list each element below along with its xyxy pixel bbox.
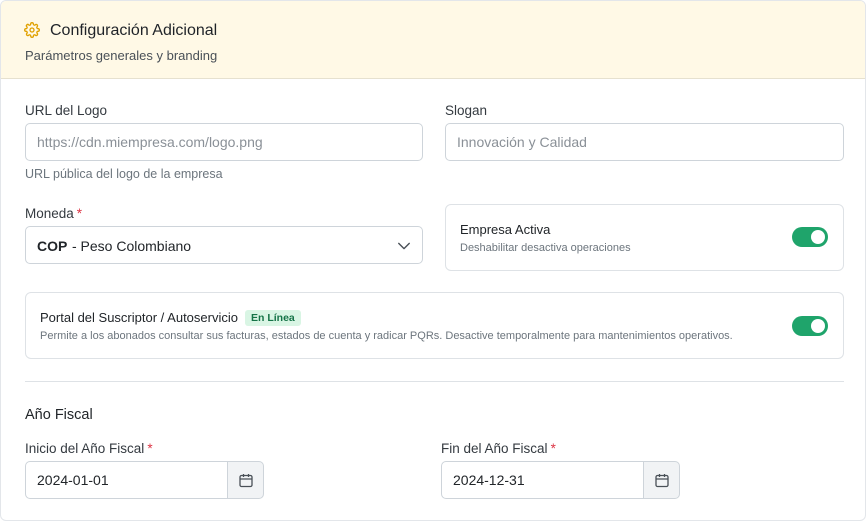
fiscal-end-label-text: Fin del Año Fiscal <box>441 441 548 456</box>
currency-label: Moneda * <box>25 206 82 221</box>
card-title: Configuración Adicional <box>50 22 218 39</box>
status-badge: En Línea <box>244 310 301 326</box>
chevron-down-icon <box>398 242 410 250</box>
currency-name: - Peso Colombiano <box>72 238 192 254</box>
slogan-input[interactable] <box>445 123 844 161</box>
portal-title: Portal del Suscriptor / Autoservicio <box>40 310 238 325</box>
portal-title-row: Portal del Suscriptor / Autoservicio En L… <box>40 310 301 326</box>
fiscal-end-label: Fin del Año Fiscal * <box>441 441 556 456</box>
fiscal-year-title: Año Fiscal <box>25 407 93 423</box>
calendar-icon <box>239 474 253 488</box>
portal-toggle[interactable] <box>792 316 828 336</box>
logo-url-input[interactable] <box>25 123 423 161</box>
active-company-toggle[interactable] <box>792 227 828 247</box>
portal-description: Permite a los abonados consultar sus fac… <box>40 330 733 342</box>
section-divider <box>25 381 844 382</box>
fiscal-end-group <box>441 461 680 499</box>
slogan-label: Slogan <box>445 103 488 118</box>
fiscal-start-label: Inicio del Año Fiscal * <box>25 441 153 456</box>
active-company-box: Empresa Activa Deshabilitar desactiva op… <box>445 204 844 271</box>
logo-url-help: URL pública del logo de la empresa <box>25 167 223 181</box>
fiscal-start-calendar-button[interactable] <box>227 461 264 499</box>
fiscal-end-calendar-button[interactable] <box>643 461 680 499</box>
currency-label-text: Moneda <box>25 206 74 221</box>
required-mark: * <box>147 441 153 456</box>
toggle-knob <box>811 319 825 333</box>
additional-config-card: Configuración Adicional Parámetros gener… <box>0 0 866 521</box>
active-company-title: Empresa Activa <box>460 222 551 237</box>
fiscal-start-label-text: Inicio del Año Fiscal <box>25 441 145 456</box>
card-header: Configuración Adicional Parámetros gener… <box>1 1 865 79</box>
fiscal-start-group <box>25 461 264 499</box>
toggle-knob <box>811 230 825 244</box>
required-mark: * <box>550 441 556 456</box>
card-subtitle: Parámetros generales y branding <box>25 48 218 63</box>
fiscal-start-input[interactable] <box>25 461 228 499</box>
logo-url-label: URL del Logo <box>25 103 108 118</box>
required-mark: * <box>76 206 83 221</box>
currency-select[interactable]: COP - Peso Colombiano <box>25 226 423 264</box>
fiscal-end-input[interactable] <box>441 461 644 499</box>
calendar-icon <box>655 474 669 488</box>
currency-code: COP <box>37 238 68 254</box>
portal-box: Portal del Suscriptor / Autoservicio En L… <box>25 292 844 359</box>
gear-icon <box>24 22 40 38</box>
active-company-description: Deshabilitar desactiva operaciones <box>460 242 631 254</box>
